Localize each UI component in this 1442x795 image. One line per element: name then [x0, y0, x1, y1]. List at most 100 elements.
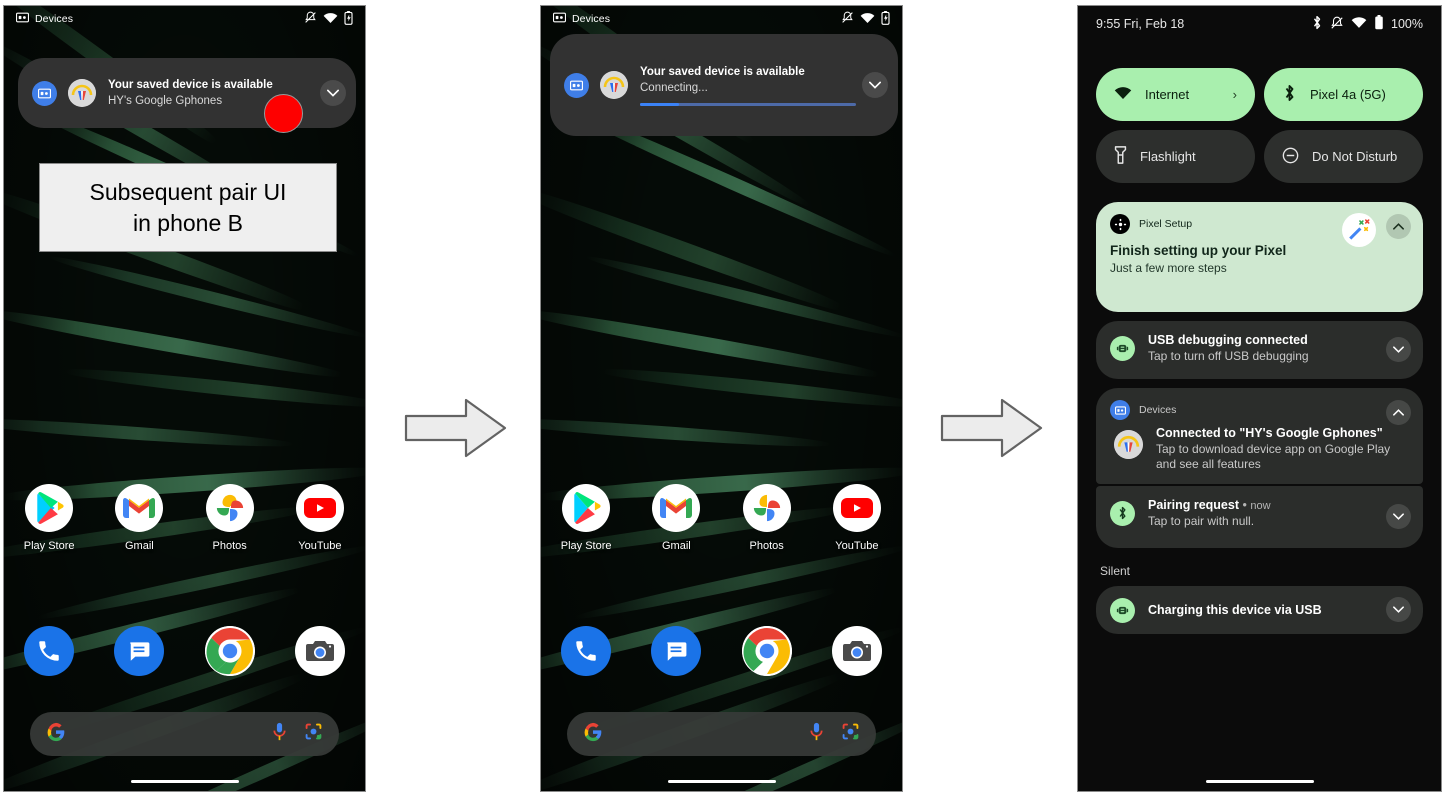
status-bar: 9:55 Fri, Feb 18 100%	[1078, 6, 1441, 42]
app-icon-messages[interactable]	[94, 626, 184, 676]
battery-charging-icon	[344, 10, 353, 28]
camera-icon	[294, 626, 345, 676]
battery-icon	[1374, 15, 1384, 33]
status-bar: Devices	[4, 6, 365, 32]
chevron-down-icon[interactable]	[1386, 337, 1411, 362]
app-icon-youtube[interactable]: YouTube	[275, 484, 365, 552]
status-clock: 9:55 Fri, Feb 18	[1096, 17, 1185, 31]
app-icon-chrome[interactable]	[185, 626, 275, 676]
navigation-pill[interactable]	[667, 780, 776, 783]
notification-list: Pixel Setup Finish setting up your Pixel…	[1096, 202, 1423, 643]
heads-up-notification[interactable]: Your saved device is available HY's Goog…	[18, 58, 356, 128]
status-bar: Devices	[541, 6, 902, 32]
notifications-muted-icon	[304, 11, 317, 27]
bud-device-avatar	[68, 79, 96, 107]
qs-tile-do-not-disturb[interactable]: Do Not Disturb	[1264, 130, 1423, 183]
app-icon-gmail[interactable]: Gmail	[631, 484, 721, 552]
caption-line-2: in phone B	[133, 209, 243, 236]
app-icon-messages[interactable]	[631, 626, 721, 676]
annotation-caption: Subsequent pair UI in phone B	[39, 163, 337, 252]
navigation-pill[interactable]	[1205, 780, 1314, 783]
notification-time: now	[1250, 500, 1271, 512]
notification-charging-usb[interactable]: Charging this device via USB	[1096, 586, 1423, 634]
app-label: Gmail	[125, 540, 154, 552]
google-lens-icon[interactable]	[304, 722, 323, 746]
app-icon-play-store[interactable]: Play Store	[541, 484, 631, 552]
notification-title: Your saved device is available	[108, 78, 273, 91]
notification-pixel-setup[interactable]: Pixel Setup Finish setting up your Pixel…	[1096, 202, 1423, 312]
usb-android-icon	[1110, 335, 1135, 361]
notification-devices[interactable]: Devices Connected to "HY's Google Gphone…	[1096, 388, 1423, 484]
youtube-icon	[295, 484, 344, 532]
chevron-down-icon[interactable]	[320, 80, 346, 106]
chrome-icon	[204, 626, 255, 676]
notification-subtitle: Tap to pair with null.	[1148, 514, 1255, 528]
app-label: Gmail	[662, 540, 691, 552]
usb-android-icon	[1110, 597, 1135, 623]
app-icon-chrome[interactable]	[722, 626, 812, 676]
chevron-down-icon[interactable]	[1386, 504, 1411, 529]
status-notification-label: Devices	[572, 13, 611, 25]
app-icon-camera[interactable]	[275, 626, 365, 676]
devices-icon	[564, 72, 589, 98]
notification-title: Pairing request	[1148, 498, 1239, 512]
flow-arrow-1	[404, 398, 508, 463]
bud-device-avatar	[1114, 430, 1143, 459]
app-icon-photos[interactable]: Photos	[722, 484, 812, 552]
messages-icon	[651, 626, 702, 676]
notification-subtitle: Just a few more steps	[1110, 261, 1227, 275]
app-icon-phone[interactable]	[4, 626, 94, 676]
google-search-bar[interactable]	[30, 712, 339, 756]
dock-row	[4, 626, 365, 676]
battery-percent: 100%	[1391, 17, 1423, 31]
microphone-icon[interactable]	[271, 722, 288, 746]
google-search-bar[interactable]	[567, 712, 876, 756]
app-icon-play-store[interactable]: Play Store	[4, 484, 94, 552]
pixel-setup-gear-icon	[1110, 214, 1130, 234]
google-g-icon	[46, 722, 66, 747]
qs-tile-label: Flashlight	[1140, 149, 1196, 164]
chevron-up-icon[interactable]	[1386, 400, 1411, 425]
play-store-icon	[25, 484, 74, 532]
chrome-icon	[741, 626, 792, 676]
notification-title: Connected to "HY's Google Gphones"	[1156, 426, 1383, 440]
home-app-row: Play Store Gmail Photos YouTube	[541, 484, 902, 552]
chevron-right-icon[interactable]: ›	[1233, 87, 1237, 102]
messages-icon	[114, 626, 165, 676]
google-lens-icon[interactable]	[841, 722, 860, 746]
bud-device-avatar	[600, 71, 628, 99]
heads-up-notification[interactable]: Your saved device is available Connectin…	[550, 34, 898, 136]
navigation-pill[interactable]	[130, 780, 239, 783]
app-icon-photos[interactable]: Photos	[185, 484, 275, 552]
qs-tile-label: Internet	[1145, 87, 1190, 102]
app-icon-gmail[interactable]: Gmail	[94, 484, 184, 552]
app-icon-camera[interactable]	[812, 626, 902, 676]
highlight-dot	[264, 94, 303, 133]
qs-tile-flashlight[interactable]: Flashlight	[1096, 130, 1255, 183]
qs-tile-bluetooth[interactable]: Pixel 4a (5G)	[1264, 68, 1423, 121]
bluetooth-badge-icon	[1110, 500, 1135, 526]
play-store-icon	[562, 484, 611, 532]
home-app-row: Play Store Gmail Photos YouTube	[4, 484, 365, 552]
app-label: YouTube	[298, 540, 342, 552]
microphone-icon[interactable]	[808, 722, 825, 746]
magic-wand-icon	[1342, 213, 1376, 247]
notification-pairing-request[interactable]: Pairing request • now Tap to pair with n…	[1096, 486, 1423, 548]
chevron-down-icon[interactable]	[862, 72, 888, 98]
qs-tile-label: Do Not Disturb	[1312, 149, 1398, 164]
notification-usb-debugging[interactable]: USB debugging connected Tap to turn off …	[1096, 321, 1423, 379]
qs-tile-internet[interactable]: Internet ›	[1096, 68, 1255, 121]
app-icon-youtube[interactable]: YouTube	[812, 484, 902, 552]
app-icon-phone[interactable]	[541, 626, 631, 676]
notification-app-name: Pixel Setup	[1139, 218, 1193, 230]
bluetooth-icon	[1282, 84, 1297, 105]
devices-icon	[1110, 400, 1130, 420]
chevron-up-icon[interactable]	[1386, 214, 1411, 239]
wifi-icon	[860, 12, 875, 27]
status-notification-label: Devices	[35, 13, 74, 25]
caption-line-1: Subsequent pair UI	[89, 178, 287, 205]
flashlight-icon	[1114, 146, 1127, 167]
chevron-down-icon[interactable]	[1386, 597, 1411, 622]
google-g-icon	[583, 722, 603, 747]
phone-icon	[24, 626, 75, 676]
